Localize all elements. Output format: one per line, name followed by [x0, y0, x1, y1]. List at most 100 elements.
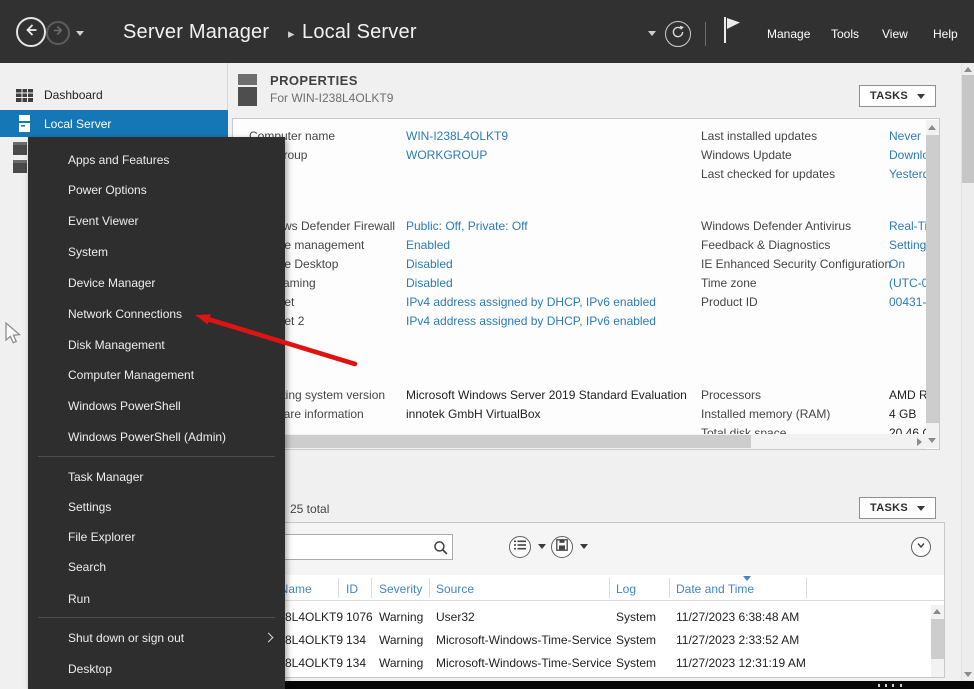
column-header-date-time[interactable]: Date and Time — [676, 582, 754, 596]
menu-item-network-connections[interactable]: Network Connections — [28, 299, 285, 329]
menu-item-settings[interactable]: Settings — [28, 492, 285, 522]
save-caret-icon[interactable] — [580, 544, 588, 549]
winx-context-menu: Apps and Features Power Options Event Vi… — [28, 137, 285, 689]
scroll-right-icon[interactable] — [917, 438, 922, 446]
properties-hscrollbar[interactable] — [234, 434, 926, 449]
property-value[interactable]: Settings — [889, 236, 927, 255]
menu-item-power-options[interactable]: Power Options — [28, 175, 285, 205]
forward-button[interactable] — [46, 21, 70, 45]
save-icon — [556, 538, 568, 556]
tasks-caret-icon — [917, 94, 925, 99]
menu-view[interactable]: View — [882, 27, 908, 41]
nav-history-caret-icon[interactable] — [76, 31, 84, 36]
menu-item-windows-powershell[interactable]: Windows PowerShell — [28, 391, 285, 421]
property-row: Windows UpdateDownloa — [701, 146, 927, 165]
filter-list-button[interactable] — [509, 536, 531, 558]
taskbar-edge — [228, 681, 974, 689]
scroll-up-icon[interactable] — [933, 609, 941, 614]
property-value[interactable]: Enabled — [406, 236, 450, 255]
menu-item-shut-down-or-sign-out[interactable]: Shut down or sign out — [28, 623, 285, 653]
menu-item-run[interactable]: Run — [28, 584, 285, 614]
taskbar-clock-fragment — [892, 684, 894, 687]
properties-title: PROPERTIES — [270, 73, 358, 88]
menu-item-system[interactable]: System — [28, 237, 285, 267]
notifications-flag-icon[interactable] — [722, 15, 742, 50]
filter-caret-icon[interactable] — [538, 544, 546, 549]
vscrollbar-thumb[interactable] — [926, 135, 939, 423]
menu-item-device-manager[interactable]: Device Manager — [28, 268, 285, 298]
scroll-down-icon[interactable] — [928, 438, 936, 443]
scroll-up-icon[interactable] — [964, 67, 972, 72]
properties-left-column: Computer nameWIN-I238L4OLKT9 WorkgroupWO… — [249, 127, 689, 424]
events-tasks-button[interactable]: TASKS — [859, 497, 936, 519]
property-row: EthernetIPv4 address assigned by DHCP, I… — [249, 293, 689, 312]
event-row[interactable]: WIN-I238L4OLKT9 134 Warning Microsoft-Wi… — [233, 652, 944, 675]
property-value[interactable]: Downloa — [889, 146, 927, 165]
property-value[interactable]: (UTC-08:0 — [889, 274, 927, 293]
collapse-panel-button[interactable] — [911, 537, 931, 557]
property-row: WorkgroupWORKGROUP — [249, 146, 689, 165]
server-list-caret-icon[interactable] — [648, 31, 656, 36]
column-header-severity[interactable]: Severity — [379, 582, 422, 596]
cell-id: 134 — [346, 656, 366, 670]
properties-vscrollbar[interactable] — [926, 120, 939, 448]
cell-datetime: 11/27/2023 12:31:19 AM — [676, 656, 806, 670]
vscrollbar-thumb[interactable] — [962, 75, 974, 183]
property-row: Computer nameWIN-I238L4OLKT9 — [249, 127, 689, 146]
scroll-down-icon[interactable] — [964, 672, 972, 677]
menu-tools[interactable]: Tools — [831, 27, 859, 41]
sidebar-item-local-server[interactable]: Local Server — [0, 110, 228, 137]
menu-item-computer-management[interactable]: Computer Management — [28, 360, 285, 390]
events-vscrollbar[interactable] — [931, 605, 944, 677]
menu-item-apps-and-features[interactable]: Apps and Features — [28, 145, 285, 175]
property-value[interactable]: Never — [889, 127, 921, 146]
cell-severity: Warning — [379, 633, 423, 647]
window-vscrollbar[interactable] — [961, 63, 974, 681]
sidebar-item-dashboard[interactable]: Dashboard — [0, 82, 228, 108]
property-value[interactable]: WORKGROUP — [406, 146, 487, 165]
column-header-source[interactable]: Source — [436, 582, 474, 596]
menu-manage[interactable]: Manage — [767, 27, 810, 41]
property-value[interactable]: WIN-I238L4OLKT9 — [406, 127, 508, 146]
tasks-caret-icon — [917, 506, 925, 511]
breadcrumb-root[interactable]: Server Manager — [123, 21, 269, 44]
property-label: Product ID — [701, 293, 758, 312]
property-value[interactable]: Real-Tim — [889, 217, 927, 236]
menu-item-desktop[interactable]: Desktop — [28, 654, 285, 684]
property-value[interactable]: IPv4 address assigned by DHCP, IPv6 enab… — [406, 312, 656, 331]
menu-item-disk-management[interactable]: Disk Management — [28, 330, 285, 360]
search-icon[interactable] — [433, 540, 448, 560]
hscrollbar-thumb[interactable] — [234, 435, 751, 448]
property-value[interactable]: Public: Off, Private: Off — [406, 217, 528, 236]
cell-datetime: 11/27/2023 2:33:52 AM — [676, 633, 799, 647]
properties-tasks-button[interactable]: TASKS — [859, 85, 936, 107]
save-query-button[interactable] — [551, 536, 573, 558]
property-row: Remote managementEnabled — [249, 236, 689, 255]
scroll-up-icon[interactable] — [928, 125, 936, 130]
property-value[interactable]: 00431-10 — [889, 293, 927, 312]
back-button[interactable] — [16, 17, 46, 47]
menu-item-event-viewer[interactable]: Event Viewer — [28, 206, 285, 236]
event-row[interactable]: WIN-I238L4OLKT9 134 Warning Microsoft-Wi… — [233, 629, 944, 652]
menu-help[interactable]: Help — [933, 27, 958, 41]
property-label: Windows Defender Antivirus — [701, 217, 851, 236]
property-value[interactable]: Disabled — [406, 274, 453, 293]
column-header-log[interactable]: Log — [616, 582, 636, 596]
column-header-id[interactable]: ID — [346, 582, 358, 596]
events-table-header: Server Name ID Severity Source Log Date … — [233, 575, 944, 601]
property-value[interactable]: IPv4 address assigned by DHCP, IPv6 enab… — [406, 293, 656, 312]
property-value[interactable]: Yesterday — [889, 165, 927, 184]
refresh-button[interactable] — [665, 21, 691, 47]
vscrollbar-thumb[interactable] — [931, 619, 944, 659]
property-value[interactable]: Disabled — [406, 255, 453, 274]
event-row[interactable]: WIN-I238L4OLKT9 1076 Warning User32 Syst… — [233, 606, 944, 629]
breadcrumb-current[interactable]: Local Server — [302, 21, 417, 44]
menu-item-task-manager[interactable]: Task Manager — [28, 462, 285, 492]
toolbar-divider — [705, 22, 706, 46]
menu-item-windows-powershell-admin[interactable]: Windows PowerShell (Admin) — [28, 422, 285, 452]
cell-source: User32 — [436, 610, 475, 624]
property-value[interactable]: On — [889, 255, 905, 274]
menu-item-search[interactable]: Search — [28, 552, 285, 582]
menu-item-file-explorer[interactable]: File Explorer — [28, 522, 285, 552]
property-row: Operating system versionMicrosoft Window… — [249, 386, 689, 405]
